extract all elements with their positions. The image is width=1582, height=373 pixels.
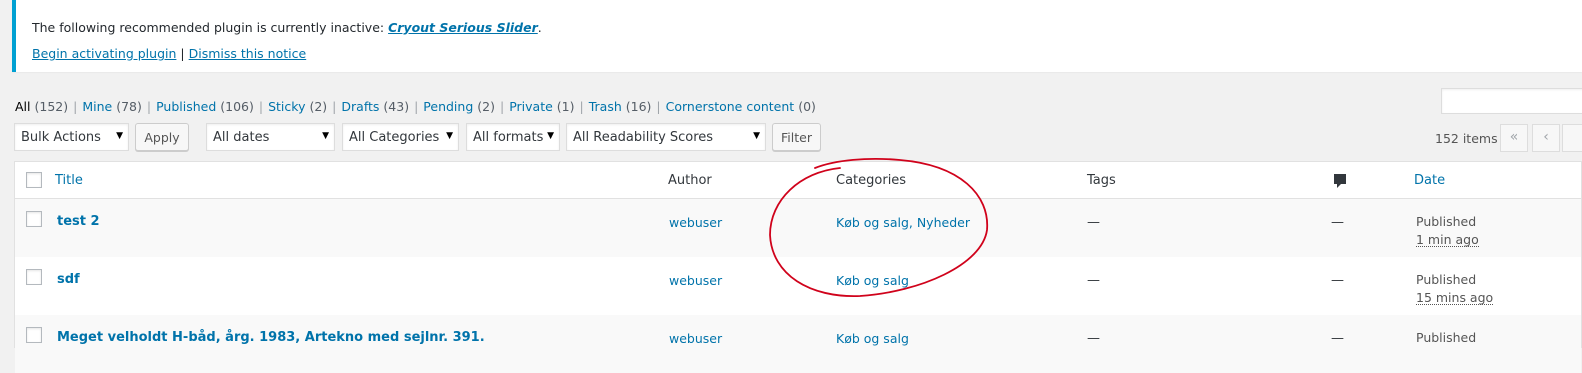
view-mine[interactable]: Mine xyxy=(82,99,112,114)
post-status-views: All (152) | Mine (78) | Published (106) | Stic… xyxy=(15,99,816,114)
view-separator: | xyxy=(146,99,152,114)
readability-filter-select[interactable]: All Readability Scores ▼ xyxy=(566,123,766,151)
readability-filter-value: All Readability Scores xyxy=(573,130,714,145)
format-filter-select[interactable]: All formats ▼ xyxy=(466,123,560,151)
view-separator: | xyxy=(258,99,264,114)
post-title-link[interactable]: sdf xyxy=(57,272,80,287)
post-status: Published xyxy=(1416,330,1477,345)
dropdown-arrow-icon: ▼ xyxy=(116,131,123,141)
post-title-link[interactable]: test 2 xyxy=(57,214,100,229)
first-page-button[interactable]: « xyxy=(1500,124,1528,152)
dropdown-arrow-icon: ▼ xyxy=(446,131,453,141)
view-mine-count: (78) xyxy=(116,99,142,114)
category-filter-select[interactable]: All Categories ▼ xyxy=(342,123,459,151)
column-date[interactable]: Date xyxy=(1414,173,1445,188)
view-trash-count: (16) xyxy=(625,99,652,114)
dropdown-arrow-icon: ▼ xyxy=(753,131,760,141)
dropdown-arrow-icon: ▼ xyxy=(547,131,554,141)
filter-button[interactable]: Filter xyxy=(772,123,821,151)
post-categories-link[interactable]: Køb og salg, Nyheder xyxy=(836,215,970,230)
post-tags: — xyxy=(1087,215,1100,230)
table-row: test 2 webuser Køb og salg, Nyheder — — … xyxy=(15,199,1581,257)
post-categories-link[interactable]: Køb og salg xyxy=(836,331,909,346)
table-header: Title Author Categories Tags Date xyxy=(15,162,1581,199)
posts-table: Title Author Categories Tags Date test 2… xyxy=(14,161,1582,373)
select-all-checkbox[interactable] xyxy=(26,172,42,188)
table-row: sdf webuser Køb og salg — — Published 15… xyxy=(15,257,1581,315)
post-author-link[interactable]: webuser xyxy=(669,331,722,346)
apply-button[interactable]: Apply xyxy=(135,123,189,151)
post-tags: — xyxy=(1087,331,1100,346)
view-pending[interactable]: Pending xyxy=(423,99,473,114)
row-checkbox[interactable] xyxy=(26,269,42,285)
plugin-link[interactable]: Cryout Serious Slider xyxy=(388,20,538,35)
post-comments: — xyxy=(1331,215,1344,230)
view-all-count: (152) xyxy=(34,99,69,114)
notice-period: . xyxy=(537,20,542,35)
column-tags: Tags xyxy=(1087,173,1116,188)
date-filter-select[interactable]: All dates ▼ xyxy=(206,123,335,151)
bulk-actions-value: Bulk Actions xyxy=(21,130,101,145)
row-checkbox[interactable] xyxy=(26,211,42,227)
post-date-ago: 1 min ago xyxy=(1416,232,1479,247)
post-date-ago: 15 mins ago xyxy=(1416,290,1494,305)
post-tags: — xyxy=(1087,273,1100,288)
post-status: Published xyxy=(1416,272,1477,287)
view-published[interactable]: Published xyxy=(156,99,216,114)
format-filter-value: All formats xyxy=(473,130,544,145)
previous-page-button[interactable]: ‹ xyxy=(1532,124,1560,152)
view-private-count: (1) xyxy=(556,99,575,114)
view-sticky-count: (2) xyxy=(309,99,328,114)
view-published-count: (106) xyxy=(220,99,254,114)
post-comments: — xyxy=(1331,273,1344,288)
view-cornerstone-count: (0) xyxy=(798,99,816,114)
plugin-notice: The following recommended plugin is curr… xyxy=(12,0,1582,72)
column-title[interactable]: Title xyxy=(55,173,83,188)
dropdown-arrow-icon: ▼ xyxy=(322,131,329,141)
view-separator: | xyxy=(332,99,337,114)
dismiss-notice-link[interactable]: Dismiss this notice xyxy=(189,46,307,61)
table-row: Meget velholdt H-båd, årg. 1983, Artekno… xyxy=(15,315,1581,373)
view-all[interactable]: All xyxy=(15,99,31,114)
items-count: 152 items xyxy=(1435,131,1498,146)
view-separator: | xyxy=(73,99,78,114)
column-categories: Categories xyxy=(836,173,907,188)
category-filter-value: All Categories xyxy=(349,130,440,145)
view-pending-count: (2) xyxy=(477,99,495,114)
notice-actions: Begin activating plugin | Dismiss this not… xyxy=(32,46,306,61)
date-filter-value: All dates xyxy=(213,130,270,145)
notice-separator: | xyxy=(180,46,185,61)
bulk-actions-select[interactable]: Bulk Actions ▼ xyxy=(14,123,129,151)
view-cornerstone[interactable]: Cornerstone content xyxy=(666,99,795,114)
row-checkbox[interactable] xyxy=(26,327,42,343)
post-categories-link[interactable]: Køb og salg xyxy=(836,273,909,288)
view-separator: | xyxy=(499,99,505,114)
post-comments: — xyxy=(1331,331,1344,346)
view-separator: | xyxy=(579,99,584,114)
view-drafts[interactable]: Drafts xyxy=(341,99,379,114)
view-trash[interactable]: Trash xyxy=(589,99,622,114)
view-private[interactable]: Private xyxy=(509,99,553,114)
comment-bubble-icon[interactable] xyxy=(1333,173,1347,189)
view-separator: | xyxy=(656,99,661,114)
column-author: Author xyxy=(668,173,712,188)
post-title-link[interactable]: Meget velholdt H-båd, årg. 1983, Artekno… xyxy=(57,330,485,345)
begin-activating-link[interactable]: Begin activating plugin xyxy=(32,46,176,61)
view-drafts-count: (43) xyxy=(383,99,410,114)
notice-message: The following recommended plugin is curr… xyxy=(32,20,542,35)
view-sticky[interactable]: Sticky xyxy=(268,99,305,114)
page-number-input[interactable] xyxy=(1562,124,1582,152)
post-author-link[interactable]: webuser xyxy=(669,273,722,288)
view-separator: | xyxy=(414,99,419,114)
post-status: Published xyxy=(1416,214,1477,229)
post-author-link[interactable]: webuser xyxy=(669,215,722,230)
search-posts-input[interactable] xyxy=(1441,88,1582,114)
notice-text: The following recommended plugin is curr… xyxy=(32,20,389,35)
